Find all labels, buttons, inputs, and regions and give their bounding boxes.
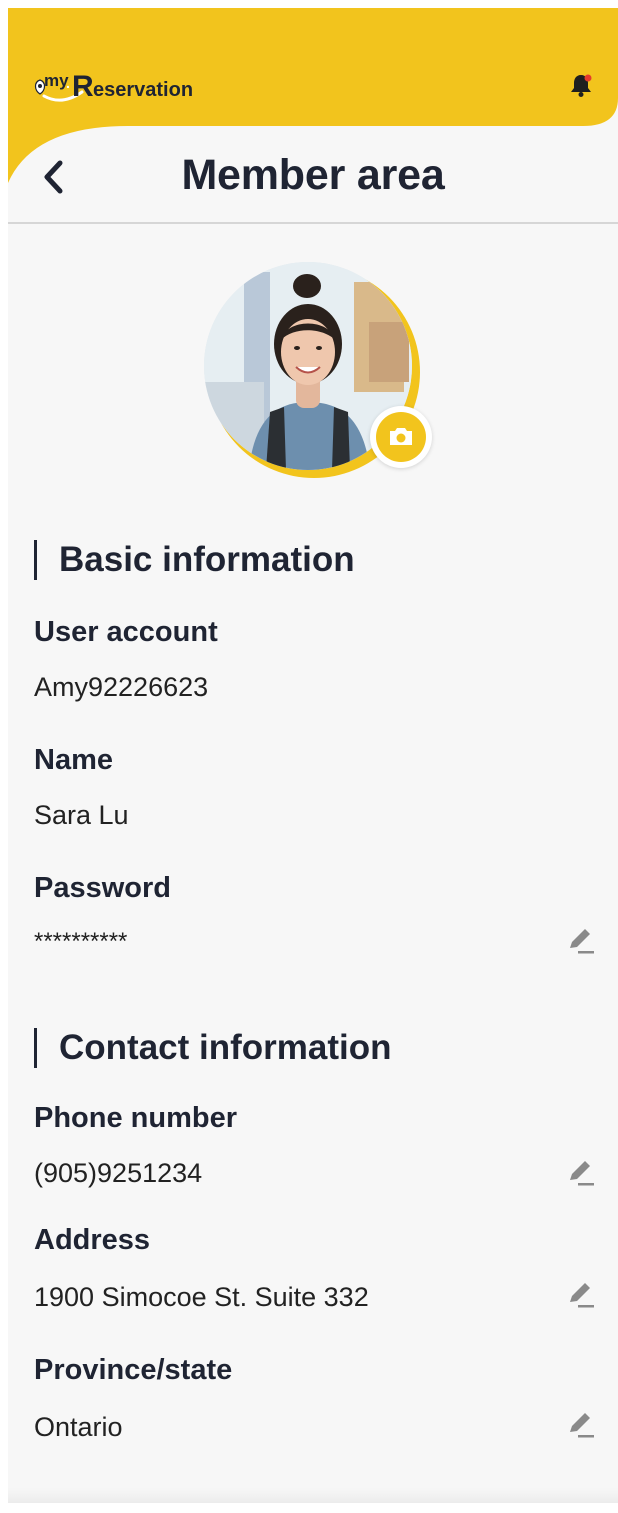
province-state-value: Ontario	[34, 1412, 123, 1442]
bottom-edge	[8, 1488, 618, 1503]
address-value: 1900 Simocoe St. Suite 332	[34, 1282, 369, 1312]
pencil-edit-icon	[570, 1413, 594, 1438]
phone-number-label: Phone number	[34, 1102, 238, 1134]
edit-phone-button[interactable]	[564, 1154, 598, 1188]
pencil-edit-icon	[570, 1161, 594, 1186]
user-account-label: User account	[34, 616, 218, 648]
camera-icon	[390, 428, 412, 445]
header-divider	[8, 222, 618, 224]
svg-text:.: .	[66, 75, 70, 91]
province-state-label: Province/state	[34, 1354, 233, 1386]
basic-information-section: Basic information	[34, 540, 355, 580]
pencil-edit-icon	[570, 1283, 594, 1308]
edit-address-button[interactable]	[564, 1276, 598, 1310]
svg-text:R: R	[72, 70, 94, 103]
edit-province-button[interactable]	[564, 1406, 598, 1440]
address-label: Address	[34, 1224, 151, 1256]
name-value: Sara Lu	[34, 800, 129, 830]
contact-information-title: Contact information	[34, 1028, 391, 1068]
page-title: Member area	[181, 151, 445, 199]
avatar	[204, 262, 444, 492]
phone-number-value: (905)9251234	[34, 1158, 203, 1188]
password-label: Password	[34, 872, 171, 904]
pencil-edit-icon	[570, 929, 594, 954]
member-area-screen: my . R eservation Member area Basic info…	[8, 8, 618, 1503]
contact-information-section: Contact information	[34, 1028, 391, 1068]
change-photo-button[interactable]	[370, 406, 432, 468]
user-account-value: Amy92226623	[34, 672, 209, 702]
basic-information-title: Basic information	[34, 540, 355, 580]
password-value: **********	[34, 928, 128, 955]
name-label: Name	[34, 744, 113, 776]
edit-password-button[interactable]	[564, 922, 598, 956]
top-navigation: Member area	[8, 133, 618, 223]
app-logo: my . R eservation	[32, 66, 222, 106]
svg-text:eservation: eservation	[93, 79, 193, 101]
bell-icon[interactable]	[568, 72, 594, 98]
